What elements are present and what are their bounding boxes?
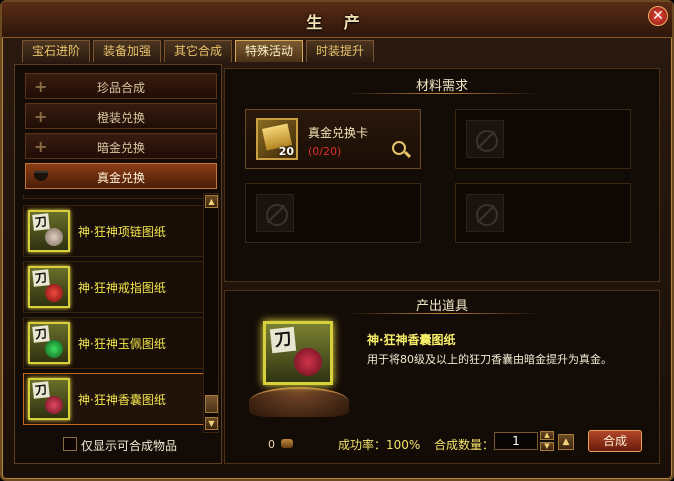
output-title: 产出道具 xyxy=(415,299,468,314)
category-true-gold-exchange[interactable]: 真金兑换 xyxy=(25,163,217,189)
recipe-name: 神·狂神香囊图纸 xyxy=(78,393,166,407)
divider xyxy=(345,93,539,94)
blueprint-glyph: 刀 xyxy=(32,325,50,343)
output-sachet-blueprint-icon[interactable]: 刀 xyxy=(263,321,333,385)
jade-pendant-icon xyxy=(45,340,63,358)
category-label: 橙装兑换 xyxy=(96,111,145,125)
sachet-icon xyxy=(45,396,63,414)
necklace-icon xyxy=(45,228,63,246)
category-rare-synthesis[interactable]: + 珍品合成 xyxy=(25,73,217,99)
necklace-blueprint-icon: 刀 xyxy=(28,210,70,252)
material-name: 真金兑换卡 xyxy=(308,126,369,140)
craft-cost: 0 xyxy=(268,438,275,451)
recipe-name: 神·狂神项链图纸 xyxy=(78,225,166,239)
production-window: 生 产 ✕ 宝石进阶 装备加强 其它合成 特殊活动 时装提升 + 珍品合成 + … xyxy=(0,0,674,481)
magnifier-icon[interactable] xyxy=(392,141,406,155)
material-slot-1[interactable]: 20 真金兑换卡 (0/20) xyxy=(245,109,421,169)
craftable-only-label: 仅显示可合成物品 xyxy=(81,439,178,453)
jade-pendant-blueprint-icon: 刀 xyxy=(28,322,70,364)
category-label: 真金兑换 xyxy=(96,171,145,185)
craft-bar: 0 成功率：100% 合成数量： 1 ▲ ▼ ▲ 合成 xyxy=(224,430,660,454)
category-label: 珍品合成 xyxy=(96,81,145,95)
material-slot-2 xyxy=(455,109,631,169)
tab-fashion-upgrade[interactable]: 时装提升 xyxy=(306,40,374,62)
craft-button[interactable]: 合成 xyxy=(588,430,642,452)
ring-blueprint-icon: 刀 xyxy=(28,266,70,308)
list-item[interactable]: 刀 神·狂神项链图纸 xyxy=(23,205,213,257)
tab-other-synthesis[interactable]: 其它合成 xyxy=(164,40,232,62)
list-item[interactable]: 刀 神·狂神玉佩图纸 xyxy=(23,317,213,369)
material-progress: (0/20) xyxy=(308,145,342,158)
scroll-down-button[interactable]: ▼ xyxy=(205,417,218,430)
blueprint-glyph: 刀 xyxy=(32,269,50,287)
empty-slot-icon xyxy=(466,120,504,158)
list-item-partial xyxy=(23,195,213,199)
recipe-list: 刀 神·狂神项链图纸 刀 神·狂神戒指图纸 刀 神·狂神玉佩图纸 刀 神·狂神香… xyxy=(23,195,213,463)
material-stack-count: 20 xyxy=(278,145,294,158)
pedestal-icon xyxy=(249,387,349,417)
tab-special-event[interactable]: 特殊活动 xyxy=(235,40,303,62)
empty-slot-icon xyxy=(256,194,294,232)
window-title: 生 产 xyxy=(306,13,368,32)
material-slot-3 xyxy=(245,183,421,243)
sachet-icon xyxy=(294,348,322,376)
recipe-scrollbar[interactable]: ▲ ▼ xyxy=(203,193,219,433)
materials-title: 材料需求 xyxy=(415,79,468,94)
material-slot-4 xyxy=(455,183,631,243)
blueprint-glyph: 刀 xyxy=(269,326,297,354)
divider xyxy=(345,313,539,314)
category-label: 暗金兑换 xyxy=(96,141,145,155)
category-orange-exchange[interactable]: + 橙装兑换 xyxy=(25,103,217,129)
close-button[interactable]: ✕ xyxy=(648,6,668,26)
craftable-only-checkbox[interactable] xyxy=(63,437,77,451)
blueprint-glyph: 刀 xyxy=(32,213,50,231)
category-dark-gold-exchange[interactable]: + 暗金兑换 xyxy=(25,133,217,159)
close-icon: ✕ xyxy=(652,8,664,24)
output-item-name: 神·狂神香囊图纸 xyxy=(367,333,456,347)
coin-icon xyxy=(281,439,293,448)
exchange-card-icon: 20 xyxy=(256,118,298,160)
scroll-thumb[interactable] xyxy=(205,395,218,413)
recipe-name: 神·狂神玉佩图纸 xyxy=(78,337,166,351)
success-rate: 成功率：100% xyxy=(338,438,421,452)
tab-equipment-enhance[interactable]: 装备加强 xyxy=(93,40,161,62)
ring-icon xyxy=(45,284,63,302)
quantity-decrease-button[interactable]: ▼ xyxy=(540,442,554,451)
sachet-blueprint-icon: 刀 xyxy=(28,378,70,420)
quantity-max-button[interactable]: ▲ xyxy=(558,434,574,450)
recipe-name: 神·狂神戒指图纸 xyxy=(78,281,166,295)
recipe-panel: + 珍品合成 + 橙装兑换 + 暗金兑换 真金兑换 刀 神·狂神项链图纸 刀 神… xyxy=(14,64,222,464)
output-item-description: 用于将80级及以上的狂刀香囊由暗金提升为真金。 xyxy=(367,353,612,366)
quantity-label: 合成数量： xyxy=(434,438,495,452)
quantity-increase-button[interactable]: ▲ xyxy=(540,431,554,440)
quantity-input[interactable]: 1 xyxy=(494,432,538,450)
empty-slot-icon xyxy=(466,194,504,232)
materials-panel: 材料需求 20 真金兑换卡 (0/20) xyxy=(224,68,660,282)
list-item-selected[interactable]: 刀 神·狂神香囊图纸 xyxy=(23,373,213,425)
tab-gem-upgrade[interactable]: 宝石进阶 xyxy=(22,40,90,62)
title-bar: 生 产 ✕ xyxy=(2,2,672,38)
blueprint-glyph: 刀 xyxy=(32,381,50,399)
list-item[interactable]: 刀 神·狂神戒指图纸 xyxy=(23,261,213,313)
scroll-up-button[interactable]: ▲ xyxy=(205,195,218,208)
